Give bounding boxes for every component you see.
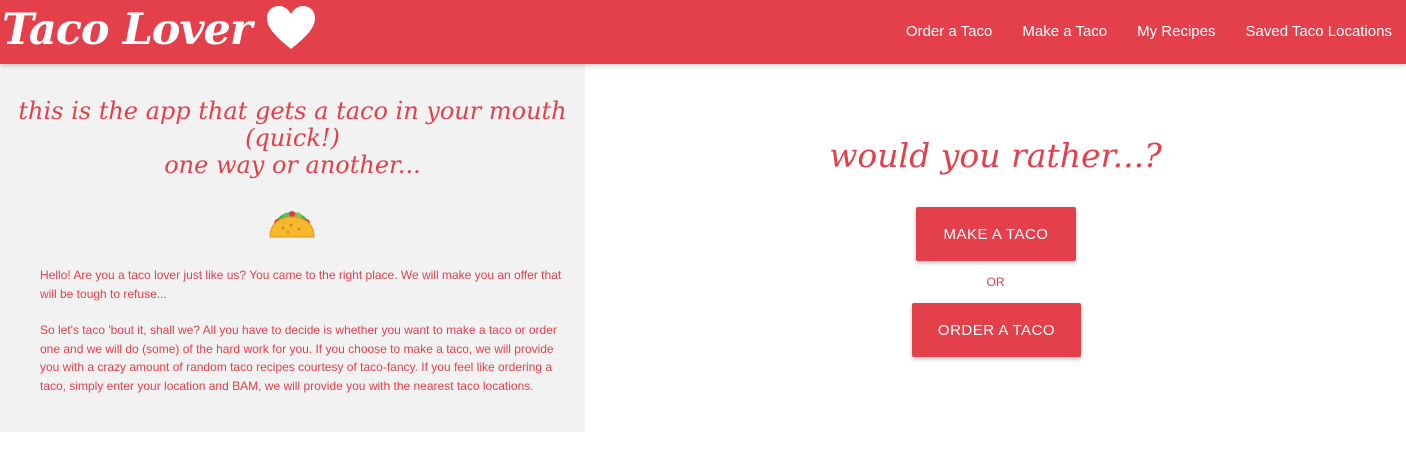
intro-paragraph-1: Hello! Are you a taco lover just like us…: [40, 268, 562, 301]
brand-name: Taco Lover: [2, 4, 252, 55]
make-a-taco-button[interactable]: MAKE A TACO: [916, 207, 1076, 261]
nav-my-recipes[interactable]: My Recipes: [1122, 0, 1230, 64]
intro-text: Hello! Are you a taco lover just like us…: [40, 266, 562, 413]
tagline-line-2: (quick!): [245, 124, 340, 152]
top-navbar: Taco Lover Order a Taco Make a Taco My R…: [0, 0, 1406, 64]
tagline-line-1: this is the app that gets a taco in your…: [18, 97, 567, 125]
nav-saved-taco-locations[interactable]: Saved Taco Locations: [1231, 0, 1406, 64]
nav-order-a-taco[interactable]: Order a Taco: [891, 0, 1007, 64]
choice-question: would you rather...?: [829, 136, 1162, 175]
heart-icon: [266, 6, 315, 49]
intro-paragraph-2: So let's taco 'bout it, shall we? All yo…: [40, 323, 557, 393]
brand-logo-link[interactable]: Taco Lover: [2, 2, 316, 58]
choice-panel: would you rather...? MAKE A TACO OR ORDE…: [585, 64, 1406, 432]
taco-emoji-icon: [269, 211, 315, 238]
nav-make-a-taco[interactable]: Make a Taco: [1007, 0, 1122, 64]
order-a-taco-button[interactable]: ORDER A TACO: [912, 303, 1081, 357]
intro-panel: this is the app that gets a taco in your…: [0, 64, 585, 432]
tagline: this is the app that gets a taco in your…: [0, 98, 585, 179]
nav-links: Order a Taco Make a Taco My Recipes Save…: [891, 0, 1406, 64]
tagline-line-3: one way or another...: [164, 151, 421, 179]
or-label: OR: [986, 275, 1005, 289]
